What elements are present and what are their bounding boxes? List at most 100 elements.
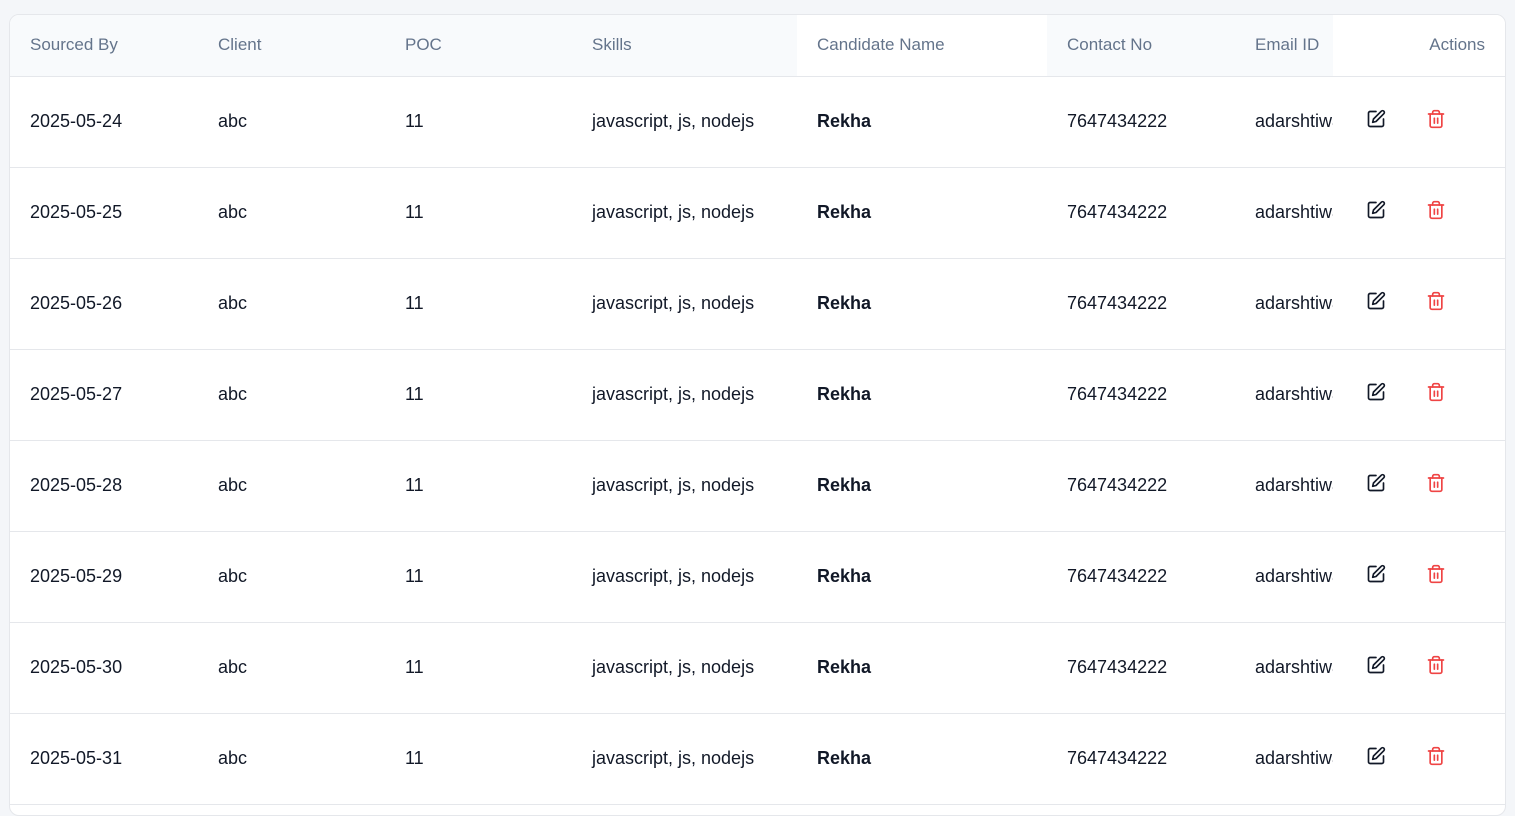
row-actions <box>1333 560 1505 594</box>
trash-icon <box>1426 655 1446 680</box>
contact-no-cell: 7647434222 <box>1047 531 1235 623</box>
row-actions <box>1333 378 1505 412</box>
edit-icon <box>1366 109 1386 134</box>
edit-icon <box>1366 473 1386 498</box>
row-actions <box>1333 651 1505 685</box>
table-row[interactable]: 2025-05-29 abc 11 javascript, js, nodejs Rek… <box>10 531 1505 623</box>
trash-icon <box>1426 291 1446 316</box>
trash-icon <box>1426 200 1446 225</box>
column-header-sourced-by[interactable]: Sourced By <box>10 15 198 77</box>
table-header-row: Sourced By Client POC Skills Candidate N… <box>10 15 1505 77</box>
delete-button[interactable] <box>1419 742 1453 776</box>
edit-button[interactable] <box>1359 196 1393 230</box>
poc-cell: 11 <box>385 349 572 441</box>
trash-icon <box>1426 473 1446 498</box>
table-row[interactable]: 2025-05-28 abc 11 javascript, js, nodejs Rek… <box>10 440 1505 532</box>
candidate-name-cell: Rekha <box>797 349 1047 441</box>
table-row[interactable]: 2025-05-24 abc 11 javascript, js, nodejs Rek… <box>10 76 1505 168</box>
actions-cell <box>1333 713 1505 805</box>
skills-cell: javascript, js, nodejs <box>572 531 797 623</box>
client-cell: abc <box>198 440 385 532</box>
edit-button[interactable] <box>1359 742 1393 776</box>
actions-cell <box>1333 440 1505 532</box>
edit-button[interactable] <box>1359 105 1393 139</box>
skills-cell: javascript, js, nodejs <box>572 349 797 441</box>
delete-button[interactable] <box>1419 287 1453 321</box>
email-id-cell: adarshtiwari <box>1235 349 1333 441</box>
contact-no-cell: 7647434222 <box>1047 167 1235 259</box>
row-actions <box>1333 742 1505 776</box>
edit-button[interactable] <box>1359 287 1393 321</box>
actions-cell <box>1333 622 1505 714</box>
email-id-cell: adarshtiwari <box>1235 76 1333 168</box>
edit-icon <box>1366 200 1386 225</box>
delete-button[interactable] <box>1419 651 1453 685</box>
poc-cell: 11 <box>385 258 572 350</box>
poc-cell: 11 <box>385 76 572 168</box>
edit-button[interactable] <box>1359 560 1393 594</box>
candidate-name-cell: Rekha <box>797 258 1047 350</box>
skills-cell: javascript, js, nodejs <box>572 76 797 168</box>
table-row[interactable]: 2025-05-27 abc 11 javascript, js, nodejs Rek… <box>10 349 1505 441</box>
column-header-email-id[interactable]: Email ID <box>1235 15 1333 77</box>
actions-cell <box>1333 167 1505 259</box>
client-cell: abc <box>198 258 385 350</box>
contact-no-cell: 7647434222 <box>1047 349 1235 441</box>
edit-button[interactable] <box>1359 651 1393 685</box>
sourced-by-cell: 2025-05-24 <box>10 76 198 168</box>
skills-cell: javascript, js, nodejs <box>572 440 797 532</box>
edit-icon <box>1366 746 1386 771</box>
client-cell: abc <box>198 76 385 168</box>
email-id-cell: adarshtiwari <box>1235 167 1333 259</box>
actions-cell <box>1333 258 1505 350</box>
sourced-by-cell: 2025-05-27 <box>10 349 198 441</box>
client-cell: abc <box>198 713 385 805</box>
delete-button[interactable] <box>1419 196 1453 230</box>
client-cell: abc <box>198 531 385 623</box>
edit-icon <box>1366 382 1386 407</box>
delete-button[interactable] <box>1419 378 1453 412</box>
delete-button[interactable] <box>1419 105 1453 139</box>
actions-cell <box>1333 531 1505 623</box>
candidate-name-cell: Rekha <box>797 440 1047 532</box>
edit-button[interactable] <box>1359 469 1393 503</box>
table-row[interactable]: 2025-05-26 abc 11 javascript, js, nodejs Rek… <box>10 258 1505 350</box>
trash-icon <box>1426 382 1446 407</box>
trash-icon <box>1426 746 1446 771</box>
actions-cell <box>1333 76 1505 168</box>
skills-cell: javascript, js, nodejs <box>572 167 797 259</box>
client-cell: abc <box>198 622 385 714</box>
edit-icon <box>1366 564 1386 589</box>
column-header-client[interactable]: Client <box>198 15 385 77</box>
column-header-skills[interactable]: Skills <box>572 15 797 77</box>
contact-no-cell: 7647434222 <box>1047 622 1235 714</box>
row-actions <box>1333 469 1505 503</box>
skills-cell: javascript, js, nodejs <box>572 713 797 805</box>
candidate-name-cell: Rekha <box>797 531 1047 623</box>
email-id-cell: adarshtiwari <box>1235 440 1333 532</box>
delete-button[interactable] <box>1419 469 1453 503</box>
sourced-by-cell: 2025-05-31 <box>10 713 198 805</box>
edit-button[interactable] <box>1359 378 1393 412</box>
table-row[interactable]: 2025-05-30 abc 11 javascript, js, nodejs Rek… <box>10 622 1505 714</box>
column-header-contact-no[interactable]: Contact No <box>1047 15 1235 77</box>
sourced-by-cell: 2025-05-25 <box>10 167 198 259</box>
poc-cell: 11 <box>385 440 572 532</box>
table-row[interactable]: 2025-05-25 abc 11 javascript, js, nodejs Rek… <box>10 167 1505 259</box>
contact-no-cell: 7647434222 <box>1047 76 1235 168</box>
column-header-actions: Actions <box>1333 15 1505 77</box>
edit-icon <box>1366 655 1386 680</box>
delete-button[interactable] <box>1419 560 1453 594</box>
candidates-table: Sourced By Client POC Skills Candidate N… <box>10 15 1505 805</box>
skills-cell: javascript, js, nodejs <box>572 622 797 714</box>
poc-cell: 11 <box>385 167 572 259</box>
poc-cell: 11 <box>385 531 572 623</box>
client-cell: abc <box>198 167 385 259</box>
candidate-name-cell: Rekha <box>797 76 1047 168</box>
column-header-candidate-name[interactable]: Candidate Name <box>797 15 1047 77</box>
actions-cell <box>1333 349 1505 441</box>
column-header-poc[interactable]: POC <box>385 15 572 77</box>
table-row[interactable]: 2025-05-31 abc 11 javascript, js, nodejs Rek… <box>10 713 1505 805</box>
trash-icon <box>1426 109 1446 134</box>
poc-cell: 11 <box>385 713 572 805</box>
